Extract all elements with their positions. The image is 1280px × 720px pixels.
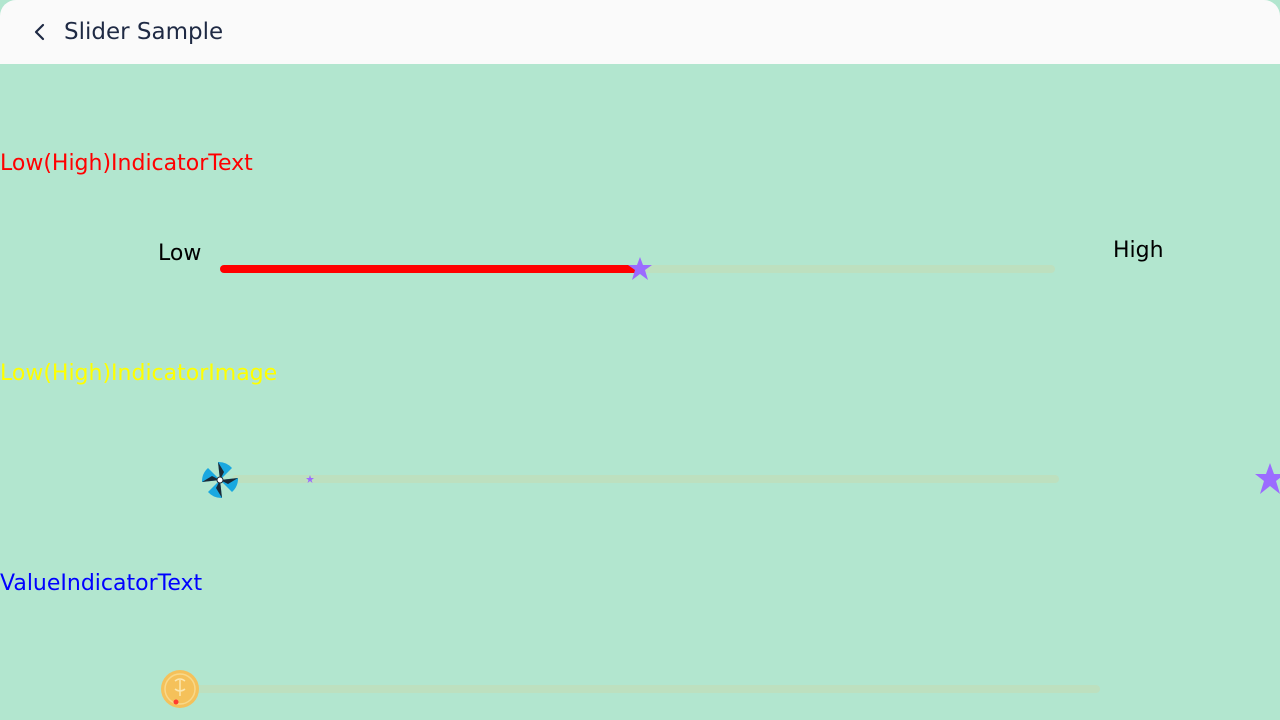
slider-track[interactable] xyxy=(180,685,1100,693)
slider-thumb-icon[interactable] xyxy=(306,475,314,483)
slider-track[interactable] xyxy=(232,475,1059,483)
purple-star-icon[interactable] xyxy=(627,256,653,282)
section-label-indicator-image: Low(High)IndicatorImage xyxy=(0,361,278,386)
back-button[interactable] xyxy=(22,14,58,50)
section-label-value-indicator-text: ValueIndicatorText xyxy=(0,571,203,596)
page-title: Slider Sample xyxy=(64,19,224,45)
high-indicator-text: High xyxy=(1113,238,1164,263)
low-indicator-text: Low xyxy=(158,241,202,266)
section-label-indicator-text: Low(High)IndicatorText xyxy=(0,151,253,176)
purple-star-icon xyxy=(1255,463,1280,494)
slider-progress xyxy=(220,265,640,273)
chevron-left-icon xyxy=(34,23,45,41)
coin-icon[interactable] xyxy=(160,669,200,709)
title-bar: Slider Sample xyxy=(0,0,1280,64)
pinwheel-icon xyxy=(201,461,239,499)
